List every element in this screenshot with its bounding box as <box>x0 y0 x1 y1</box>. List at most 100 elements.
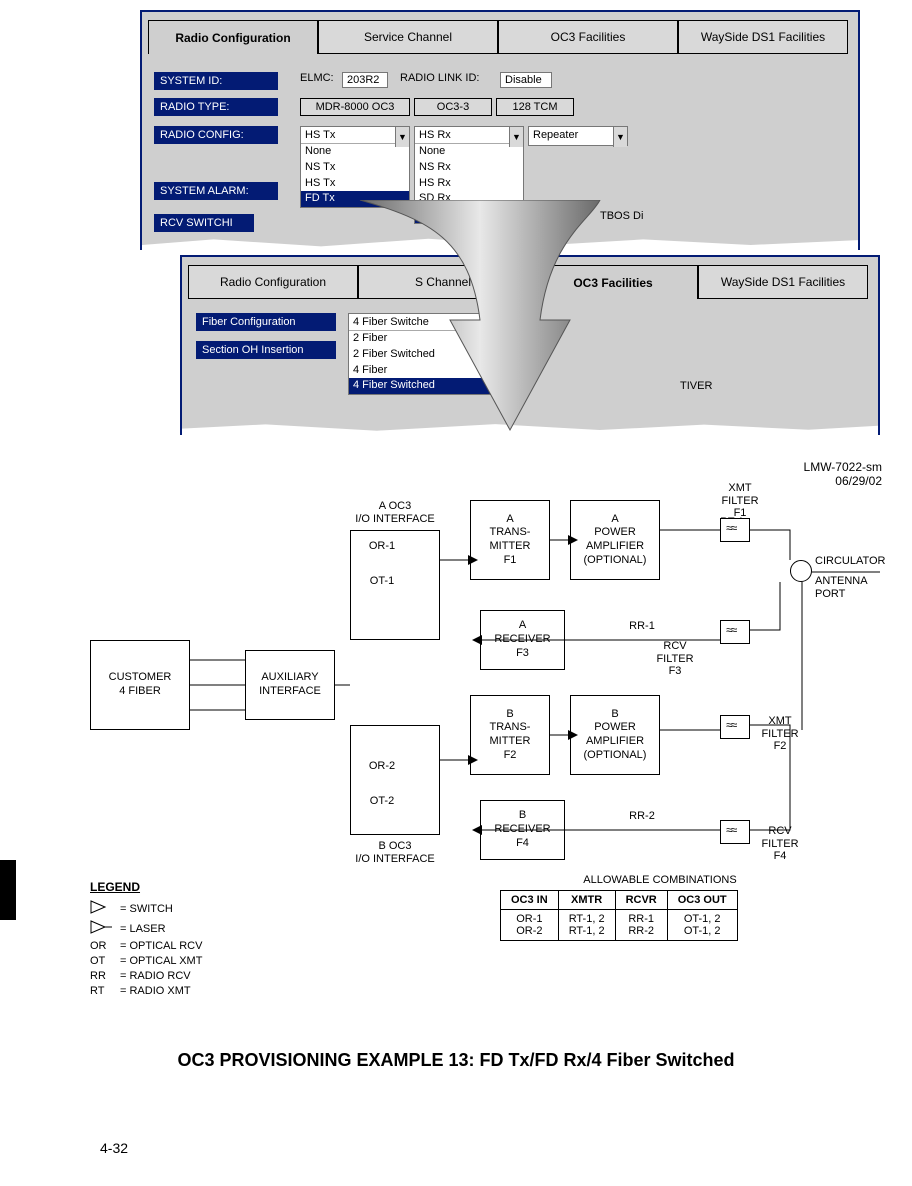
chevron-down-icon[interactable]: ▼ <box>483 314 497 334</box>
label-section-oh-insertion: Section OH Insertion <box>196 341 336 359</box>
dropdown-tx-list: None NS Tx HS Tx FD Tx <box>301 143 409 207</box>
label-antenna-port: ANTENNA PORT <box>815 575 895 593</box>
combos-cell: OR-1OR-2 <box>501 910 559 941</box>
dropdown-rx-opt[interactable]: NS Rx <box>415 160 523 176</box>
dropdown-rx-list: None NS Rx HS Rx SD Rx FD Rx <box>415 143 523 223</box>
legend-item: = RADIO RCV <box>120 970 191 982</box>
legend: LEGEND = SWITCH = LASER OR= OPTICAL RCV … <box>90 880 202 1000</box>
label-rcv-f4: RCV FILTER F4 <box>755 825 805 843</box>
tab-radio-configuration[interactable]: Radio Configuration <box>148 20 318 54</box>
block-diagram: CUSTOMER 4 FIBER AUXILIARY INTERFACE A O… <box>90 500 880 980</box>
doc-id-line1: LMW-7022-sm <box>804 460 882 474</box>
window-radio-configuration: Radio Configuration Service Channel OC3 … <box>140 10 860 250</box>
dropdown-tx-opt[interactable]: HS Tx <box>301 176 409 192</box>
dropdown-repeater[interactable]: Repeater ▼ <box>528 126 628 146</box>
dropdown-tx-selected: HS Tx <box>301 127 409 143</box>
dropdown-rx[interactable]: HS Rx ▼ None NS Rx HS Rx SD Rx FD Rx <box>414 126 524 224</box>
dropdown-fiber-config[interactable]: 4 Fiber Switche ▼ 2 Fiber 2 Fiber Switch… <box>348 313 498 395</box>
field-radio-link-id[interactable]: Disable <box>500 72 552 88</box>
legend-title: LEGEND <box>90 880 202 894</box>
legend-abbrev: OT <box>90 955 120 967</box>
label-fiber-configuration: Fiber Configuration <box>196 313 336 331</box>
thumb-index-tab <box>0 860 16 920</box>
switch-icon <box>90 900 120 917</box>
label-rr2: RR-2 <box>580 810 704 828</box>
chevron-down-icon[interactable]: ▼ <box>613 127 627 147</box>
tab-wayside-ds1[interactable]: WaySide DS1 Facilities <box>678 20 848 54</box>
tab-service-channel[interactable]: S Channel <box>358 265 528 299</box>
combos-cell: RR-1RR-2 <box>615 910 667 941</box>
legend-abbrev: RT <box>90 985 120 997</box>
label-xmt-f1: XMT FILTER F1 <box>715 482 765 500</box>
legend-item: = OPTICAL XMT <box>120 955 202 967</box>
dropdown-fiber-config-selected: 4 Fiber Switche <box>349 314 497 330</box>
label-rcv-switching: RCV SWITCHI <box>154 214 254 232</box>
field-radio-rate: OC3-3 <box>414 98 492 116</box>
dropdown-rx-opt[interactable]: FD Rx <box>415 207 523 223</box>
torn-edge <box>142 238 858 252</box>
label-b-io: B OC3 I/O INTERFACE <box>340 840 450 858</box>
tabstrip: Radio Configuration Service Channel OC3 … <box>148 20 852 60</box>
dropdown-rx-opt[interactable]: SD Rx <box>415 191 523 207</box>
window-oc3-facilities: Radio Configuration S Channel OC3 Facili… <box>180 255 880 435</box>
torn-edge <box>182 423 878 437</box>
tab-service-channel[interactable]: Service Channel <box>318 20 498 54</box>
chevron-down-icon[interactable]: ▼ <box>509 127 523 147</box>
fragment-tiver: TIVER <box>680 380 712 392</box>
tab-oc3-facilities[interactable]: OC3 Facilities <box>528 265 698 299</box>
label-or1: OR-1 <box>320 540 444 558</box>
dropdown-fiber-opt[interactable]: 4 Fiber <box>349 363 497 379</box>
dropdown-tx-opt[interactable]: FD Tx <box>301 191 409 207</box>
dropdown-rx-opt[interactable]: HS Rx <box>415 176 523 192</box>
field-elmc[interactable]: 203R2 <box>342 72 388 88</box>
combos-cell: OT-1, 2OT-1, 2 <box>667 910 737 941</box>
laser-icon <box>90 920 120 937</box>
legend-item: = OPTICAL RCV <box>120 940 202 952</box>
tabstrip: Radio Configuration S Channel OC3 Facili… <box>188 265 872 301</box>
block-b-trans: B TRANS- MITTER F2 <box>470 695 550 775</box>
chevron-down-icon[interactable]: ▼ <box>395 127 409 147</box>
filter-icon <box>720 715 750 739</box>
legend-abbrev: RR <box>90 970 120 982</box>
tab-radio-configuration[interactable]: Radio Configuration <box>188 265 358 299</box>
block-b-io <box>350 725 440 835</box>
dropdown-tx[interactable]: HS Tx ▼ None NS Tx HS Tx FD Tx <box>300 126 410 208</box>
legend-abbrev: OR <box>90 940 120 952</box>
block-a-receiver: A RECEIVER F3 <box>480 610 565 670</box>
field-radio-mod: 128 TCM <box>496 98 574 116</box>
tab-oc3-facilities[interactable]: OC3 Facilities <box>498 20 678 54</box>
dropdown-rx-opt[interactable]: None <box>415 144 523 160</box>
dropdown-tx-opt[interactable]: NS Tx <box>301 160 409 176</box>
label-xmt-f2: XMT FILTER F2 <box>755 715 805 733</box>
dropdown-fiber-opt[interactable]: 4 Fiber Switched <box>349 378 497 394</box>
fragment-tbos: TBOS Di <box>600 210 643 222</box>
dropdown-fiber-opt[interactable]: 2 Fiber <box>349 331 497 347</box>
label-circulator: CIRCULATOR <box>815 555 895 573</box>
combos-table: OC3 IN XMTR RCVR OC3 OUT OR-1OR-2 RT-1, … <box>500 890 738 941</box>
circulator-icon <box>790 560 812 582</box>
legend-item: = RADIO XMT <box>120 985 191 997</box>
label-radio-config: RADIO CONFIG: <box>154 126 278 144</box>
filter-icon <box>720 620 750 644</box>
filter-icon <box>720 820 750 844</box>
tab-wayside-ds1[interactable]: WaySide DS1 Facilities <box>698 265 868 299</box>
block-b-pa: B POWER AMPLIFIER (OPTIONAL) <box>570 695 660 775</box>
block-aux-interface: AUXILIARY INTERFACE <box>245 650 335 720</box>
field-radio-model: MDR-8000 OC3 <box>300 98 410 116</box>
page-title: OC3 PROVISIONING EXAMPLE 13: FD Tx/FD Rx… <box>0 1050 912 1071</box>
combos-title: ALLOWABLE COMBINATIONS <box>530 874 790 886</box>
combos-header: RCVR <box>615 891 667 910</box>
label-or2: OR-2 <box>320 760 444 778</box>
block-a-trans: A TRANS- MITTER F1 <box>470 500 550 580</box>
combos-header: OC3 OUT <box>667 891 737 910</box>
dropdown-rx-selected: HS Rx <box>415 127 523 143</box>
block-b-receiver: B RECEIVER F4 <box>480 800 565 860</box>
combos-cell: RT-1, 2RT-1, 2 <box>558 910 615 941</box>
label-system-id: SYSTEM ID: <box>154 72 278 90</box>
block-customer: CUSTOMER 4 FIBER <box>90 640 190 730</box>
dropdown-fiber-opt[interactable]: 2 Fiber Switched <box>349 347 497 363</box>
dropdown-tx-opt[interactable]: None <box>301 144 409 160</box>
label-elmc: ELMC: <box>300 72 334 84</box>
label-ot1: OT-1 <box>320 575 444 593</box>
page-number: 4-32 <box>100 1140 128 1156</box>
